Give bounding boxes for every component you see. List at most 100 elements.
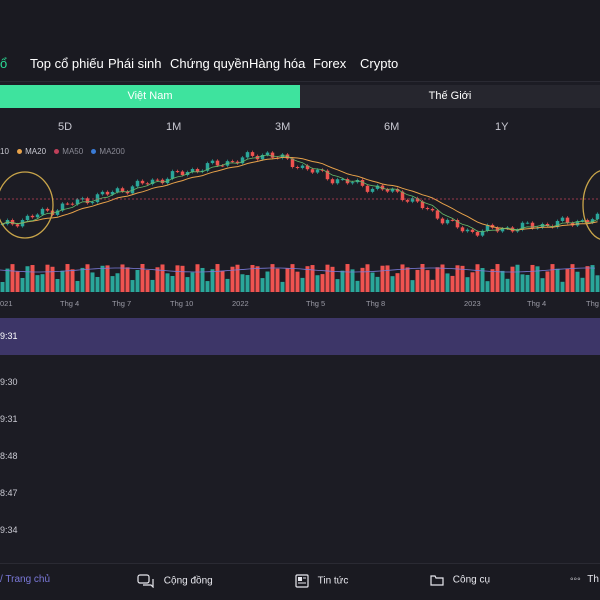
volume-bar <box>335 279 340 292</box>
nav-tab-forex[interactable]: Forex <box>313 56 346 71</box>
row-time: 9:31 <box>0 331 18 341</box>
candle-body <box>440 218 445 224</box>
activity-list: 9:31 9:30 9:31 8:48 8:47 9:34 <box>0 318 600 563</box>
list-row[interactable]: 8:47 <box>0 475 600 512</box>
period-6m[interactable]: 6M <box>384 121 399 133</box>
ma20-line <box>2 156 598 231</box>
volume-bar <box>365 264 370 292</box>
region-vietnam-button[interactable]: Việt Nam <box>0 85 300 108</box>
bottom-nav-tools[interactable]: Công cụ <box>430 574 490 586</box>
volume-bar <box>390 276 395 292</box>
candle-body <box>30 215 35 218</box>
candle-body <box>310 169 315 173</box>
volume-bar <box>595 275 600 292</box>
ma10-line <box>2 154 598 233</box>
folder-icon <box>430 575 444 586</box>
bottom-nav-home[interactable]: / Trang chủ <box>0 574 50 585</box>
x-axis-tick-label: Thg 5 <box>306 299 325 308</box>
volume-bar <box>95 276 100 292</box>
candle-body <box>445 219 450 224</box>
bottom-nav-news[interactable]: Tin tức <box>295 574 348 588</box>
period-5d[interactable]: 5D <box>58 121 72 133</box>
period-3m[interactable]: 3M <box>275 121 290 133</box>
volume-bars <box>0 264 600 292</box>
volume-bar <box>105 265 110 292</box>
candle-body <box>230 161 235 163</box>
candle-body <box>100 191 105 195</box>
news-icon <box>295 574 309 588</box>
bottom-nav-more-label: Th <box>587 574 599 585</box>
nav-tab-crypto[interactable]: Crypto <box>360 56 398 71</box>
volume-bar <box>100 265 105 292</box>
volume-bar <box>135 269 140 292</box>
nav-tab-warrants[interactable]: Chứng quyền <box>170 56 249 71</box>
volume-bar <box>0 282 5 292</box>
bottom-nav-news-label: Tin tức <box>317 575 349 587</box>
candle-body <box>435 210 440 219</box>
volume-bar <box>45 264 50 292</box>
row-time: 8:47 <box>0 488 18 498</box>
volume-bar <box>15 271 20 292</box>
nav-tab-top-stocks[interactable]: Top cổ phiếu <box>30 56 104 71</box>
volume-bar <box>445 273 450 292</box>
candle-body <box>215 160 220 166</box>
volume-bar <box>120 264 125 292</box>
volume-bar <box>345 264 350 292</box>
volume-bar <box>115 273 120 292</box>
volume-bar <box>265 271 270 292</box>
volume-bar <box>500 270 505 292</box>
volume-bar <box>525 274 530 292</box>
x-axis-labels: 021 Thg 4 Thg 7 Thg 10 2022 Thg 5 Thg 8 2023 Thg… <box>0 299 599 308</box>
row-time: 9:31 <box>0 414 18 424</box>
candle-body <box>580 220 585 222</box>
volume-bar <box>210 269 215 292</box>
volume-bar <box>515 264 520 292</box>
candle-body <box>270 152 275 158</box>
volume-bar <box>140 264 145 292</box>
candle-body <box>460 227 465 232</box>
more-icon: ◦◦◦ <box>570 574 581 585</box>
candle-body <box>470 229 475 232</box>
price-chart[interactable]: 10 MA20 MA50 MA200 021 Thg 4 Thg 7 Thg 10 20… <box>0 140 600 312</box>
market-nav: ổ Top cổ phiếu Phái sinh Chứng quyền Hàn… <box>0 44 600 82</box>
list-row[interactable]: 8:48 <box>0 438 600 475</box>
volume-bar <box>400 264 405 292</box>
volume-bar <box>125 267 130 292</box>
list-row[interactable]: 9:30 <box>0 364 600 401</box>
candle-body <box>40 208 45 215</box>
volume-bar <box>560 281 565 292</box>
period-1m[interactable]: 1M <box>166 121 181 133</box>
candle-body <box>115 188 120 192</box>
bottom-nav: / Trang chủ Cộng đồng Tin tức Công cụ ◦◦… <box>0 563 600 600</box>
x-axis-tick-label: Thg 7 <box>112 299 131 308</box>
volume-bar <box>10 264 15 292</box>
period-1y[interactable]: 1Y <box>495 121 508 133</box>
volume-bar <box>330 266 335 292</box>
candle-body <box>370 188 375 192</box>
candle-body <box>560 217 565 221</box>
volume-bar <box>430 279 435 292</box>
region-world-button[interactable]: Thế Giới <box>300 85 600 108</box>
annotation-circle-right <box>582 170 600 240</box>
x-axis-tick-label: Thg 10 <box>170 299 193 308</box>
nav-tab-index[interactable]: ổ <box>0 56 7 71</box>
row-time: 9:34 <box>0 525 18 535</box>
volume-bar <box>520 274 525 292</box>
nav-tab-commodities[interactable]: Hàng hóa <box>249 56 305 71</box>
candle-body <box>315 169 320 173</box>
candle-body <box>405 200 410 202</box>
period-selector: 5D 1M 3M 6M 1Y <box>0 112 600 142</box>
bottom-nav-community[interactable]: Cộng đồng <box>137 574 213 588</box>
list-row[interactable]: 9:31 <box>0 318 600 355</box>
bottom-nav-more[interactable]: ◦◦◦ Th <box>570 574 599 585</box>
bottom-nav-tools-label: Công cụ <box>452 574 491 586</box>
volume-bar <box>175 265 180 292</box>
nav-tab-derivatives[interactable]: Phái sinh <box>108 56 161 71</box>
volume-bar <box>425 270 430 292</box>
candle-body <box>45 208 50 211</box>
list-row[interactable]: 9:31 <box>0 401 600 438</box>
x-axis-tick-label: 2022 <box>232 299 249 308</box>
list-row[interactable]: 9:34 <box>0 512 600 549</box>
volume-bar <box>245 275 250 292</box>
candle-body <box>120 188 125 192</box>
